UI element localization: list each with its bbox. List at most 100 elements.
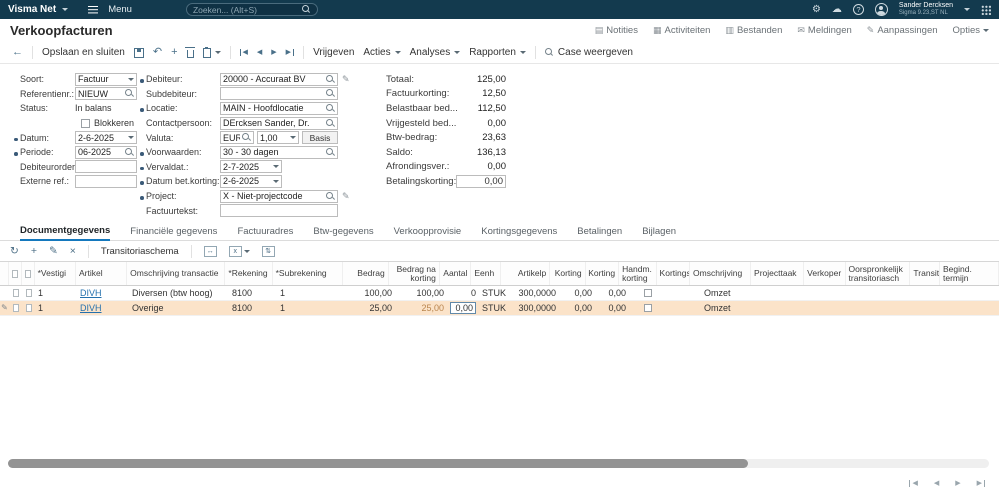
lookup-icon[interactable] [326, 118, 335, 128]
next-page-icon[interactable]: ▶ [955, 480, 960, 487]
column-header[interactable]: Kortingsco [657, 262, 691, 285]
handm-korting-cell[interactable] [629, 289, 667, 297]
column-header[interactable]: Bedrag na korting [389, 262, 440, 285]
periode-input[interactable]: 06-2025 [75, 145, 137, 159]
tab-betalingen[interactable]: Betalingen [577, 226, 622, 240]
lookup-icon[interactable] [326, 147, 335, 157]
voorwaarden-input[interactable]: 30 - 30 dagen [220, 145, 338, 159]
eenheid-cell[interactable]: STUK [479, 288, 509, 298]
debiteur-input[interactable]: 20000 - Accuraat BV [220, 72, 338, 86]
user-info[interactable]: Sander Dercksen Sigma 9.23,ST NL [899, 2, 953, 17]
undo-icon[interactable]: ↶ [153, 47, 162, 58]
tab-financiele-gegevens[interactable]: Financiële gegevens [130, 226, 217, 240]
basis-button[interactable]: Basis [302, 131, 338, 145]
export-menu-button[interactable]: x [228, 245, 250, 257]
subrekening-cell[interactable]: 1 [277, 303, 349, 313]
column-header[interactable]: Transito [910, 262, 940, 285]
artikel-link[interactable]: DIVH [80, 288, 102, 298]
valuta-input[interactable]: EUR [220, 131, 254, 145]
korting-pct-cell[interactable]: 0,00 [559, 303, 595, 313]
table-row-selected[interactable]: ✎ 1 DIVH Overige 8100 1 25,00 25,00 0,00… [0, 301, 999, 316]
edit-row-icon[interactable]: ✎ [49, 246, 58, 257]
korting-bedrag-cell[interactable]: 0,00 [595, 303, 629, 313]
tab-btw-gegevens[interactable]: Btw-gegevens [313, 226, 373, 240]
korting-bedrag-cell[interactable]: 0,00 [595, 288, 629, 298]
betalingskorting-input[interactable]: 0,00 [456, 174, 506, 188]
column-header[interactable]: Artikelp [501, 262, 551, 285]
contactpersoon-input[interactable]: DErcksen Sander, Dr. [220, 116, 338, 130]
subdebiteur-input[interactable] [220, 87, 338, 101]
project-input[interactable]: X - Niet-projectcode [220, 189, 338, 203]
rekening-cell[interactable]: 8100 [229, 288, 277, 298]
column-header[interactable]: Korting [550, 262, 586, 285]
delete-icon[interactable] [184, 47, 195, 58]
first-page-icon[interactable]: ◀ [909, 480, 918, 487]
handm-korting-cell[interactable] [629, 304, 667, 312]
aantal-cell[interactable]: 0,00 [447, 302, 479, 314]
column-header[interactable]: *Subrekening [273, 262, 344, 285]
datum-input[interactable]: 2-6-2025 [75, 131, 137, 145]
apps-grid-icon[interactable] [981, 4, 991, 15]
bedrag-cell[interactable]: 25,00 [349, 303, 395, 313]
omschrijving-cell[interactable]: Omzet [701, 303, 763, 313]
omschrijving-transactie-cell[interactable]: Diversen (btw hoog) [129, 288, 229, 298]
lookup-icon[interactable] [326, 191, 335, 201]
menu-button[interactable]: Menu [108, 4, 132, 15]
bedrag-na-korting-cell[interactable]: 100,00 [395, 288, 447, 298]
save-close-button[interactable]: Opslaan en sluiten [42, 47, 125, 58]
column-header[interactable]: Aantal [440, 262, 472, 285]
aantal-edit-input[interactable]: 0,00 [450, 302, 476, 314]
lookup-icon[interactable] [125, 147, 134, 157]
meldingen-button[interactable]: ✉ Meldingen [797, 25, 851, 36]
bestanden-button[interactable]: ▥ Bestanden [725, 25, 782, 36]
hamburger-menu-icon[interactable] [88, 5, 99, 8]
help-icon[interactable]: ? [852, 4, 864, 15]
tools-icon[interactable]: ⚙ [812, 4, 821, 15]
lookup-icon[interactable] [326, 74, 335, 84]
case-weergeven-button[interactable]: Case weergeven [544, 47, 633, 58]
column-header[interactable]: Korting [586, 262, 620, 285]
brand-chevron-down-icon[interactable] [62, 8, 69, 11]
vestiging-cell[interactable]: 1 [35, 288, 77, 298]
column-header[interactable]: Artikel [76, 262, 128, 285]
artikel-link[interactable]: DIVH [80, 303, 102, 313]
notes-column-header[interactable] [9, 262, 22, 285]
vrijgeven-button[interactable]: Vrijgeven [313, 47, 354, 58]
korting-pct-cell[interactable]: 0,00 [559, 288, 595, 298]
last-page-icon[interactable]: ▶ [977, 480, 985, 487]
column-header[interactable]: Begind. termijn [940, 262, 999, 285]
opties-button[interactable]: Opties [953, 25, 989, 36]
add-row-icon[interactable]: + [31, 246, 37, 257]
column-header[interactable]: Handm. korting [619, 262, 657, 285]
handm-korting-checkbox[interactable] [644, 289, 652, 297]
column-header[interactable]: *Vestigi [35, 262, 76, 285]
row-selector-cell[interactable]: ✎ [0, 304, 9, 312]
analyses-menu-button[interactable]: Analyses [410, 47, 461, 58]
aantal-cell[interactable]: 0 [447, 288, 479, 298]
tab-factuuradres[interactable]: Factuuradres [237, 226, 293, 240]
rekening-cell[interactable]: 8100 [229, 303, 277, 313]
row-files-cell[interactable] [22, 289, 35, 297]
debiteurorder-input[interactable] [75, 160, 137, 174]
row-files-cell[interactable] [22, 304, 35, 312]
refresh-icon[interactable]: ↻ [10, 246, 19, 257]
vervaldat-input[interactable]: 2-7-2025 [220, 160, 282, 174]
next-record-icon[interactable]: ▶ [271, 49, 276, 56]
activiteiten-button[interactable]: ▦ Activiteiten [653, 25, 710, 36]
column-header[interactable]: Oorspronkelijk transitoriasch [846, 262, 911, 285]
artikel-cell[interactable]: DIVH [77, 303, 129, 313]
vestiging-cell[interactable]: 1 [35, 303, 77, 313]
search-icon[interactable] [301, 5, 311, 14]
global-search-input[interactable] [192, 4, 298, 15]
lookup-icon[interactable] [125, 89, 134, 98]
save-icon[interactable] [133, 47, 144, 58]
column-header[interactable]: Omschrijving [690, 262, 752, 285]
bedrag-cell[interactable]: 100,00 [349, 288, 395, 298]
artikelprijs-cell[interactable]: 300,0000 [509, 303, 559, 313]
lookup-icon[interactable] [242, 133, 251, 142]
files-column-header[interactable] [22, 262, 35, 285]
last-record-icon[interactable]: ▶ [286, 49, 295, 56]
delete-row-icon[interactable]: × [70, 246, 76, 257]
tab-documentgegevens[interactable]: Documentgegevens [20, 225, 111, 241]
back-arrow-icon[interactable]: ← [12, 47, 23, 58]
